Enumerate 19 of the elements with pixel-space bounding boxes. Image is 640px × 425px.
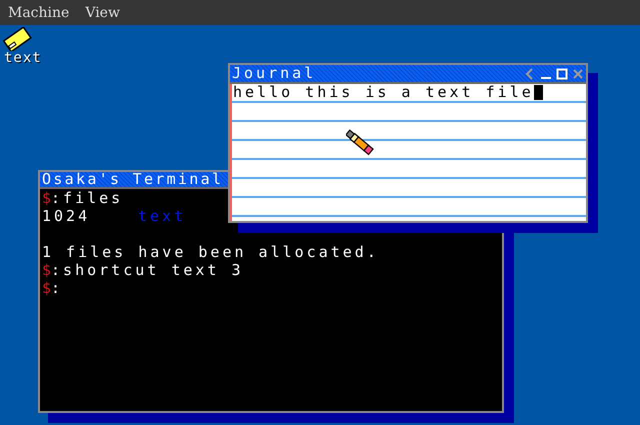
maximize-icon[interactable] (556, 68, 568, 80)
close-icon[interactable] (572, 68, 584, 80)
window-title: Journal (232, 65, 316, 82)
output-text: 1 files have been allocated. (42, 243, 379, 261)
menu-item[interactable]: View (85, 4, 120, 20)
file-name: text (138, 207, 186, 225)
journal-text: hello this is a text file (233, 84, 534, 101)
prompt-symbol: $ (42, 189, 52, 207)
menu-item[interactable]: Machine (8, 4, 70, 20)
command-text: :shortcut text 3 (51, 261, 244, 279)
file-label[interactable]: text (4, 51, 42, 65)
command-text: : (51, 279, 64, 297)
file-size: 1024 (42, 207, 92, 225)
prompt-symbol: $ (42, 261, 52, 279)
text-caret (534, 85, 543, 100)
prompt-symbol: $ (42, 279, 52, 297)
journal-page[interactable]: hello this is a text file (230, 84, 586, 221)
title-bar[interactable]: Journal (230, 65, 586, 84)
command-text: :files (51, 189, 124, 207)
